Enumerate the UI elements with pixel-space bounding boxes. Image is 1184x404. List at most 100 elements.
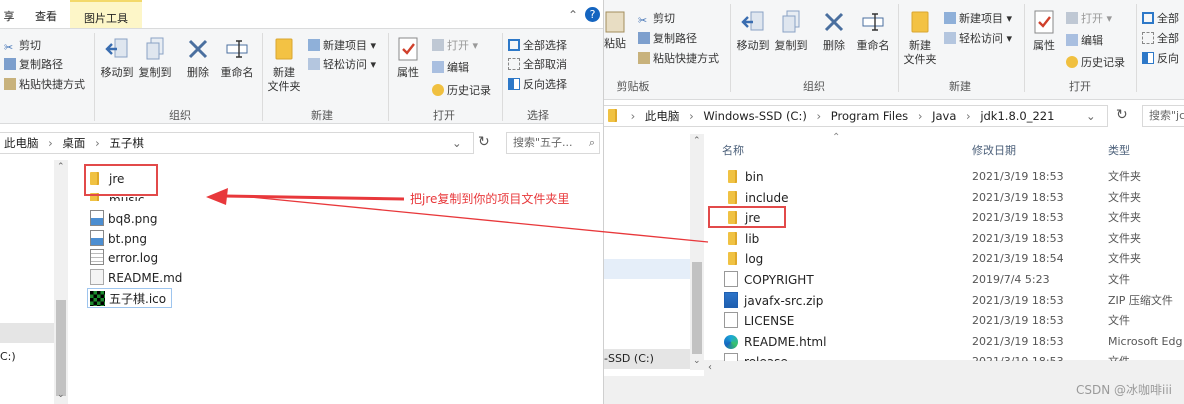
breadcrumb-this-pc[interactable]: 此电脑 [4,136,39,150]
open-button[interactable]: 打开 ▾ [432,37,478,53]
new-item-icon [944,12,956,24]
search-input[interactable]: 搜索"jc [1142,105,1184,127]
refresh-icon[interactable]: ↻ [1116,107,1128,123]
separator [262,33,263,121]
column-name[interactable]: 名称 [722,142,744,158]
tab-share[interactable]: 享 [0,0,18,28]
file-type: 文件夹 [1108,190,1141,204]
file-row-copyright[interactable]: COPYRIGHT 2019/7/4 5:23 文件 [724,270,1184,290]
cut-button[interactable]: ✂ 剪切 [4,37,41,54]
horizontal-scrollbar[interactable]: ‹ [704,360,1184,376]
copy-path-button[interactable]: 复制路径 [638,30,697,46]
file-row-jre[interactable]: jre 2021/3/19 18:53 文件夹 [724,208,1184,228]
tab-picture-tools[interactable]: 图片工具 [70,0,142,28]
collapse-ribbon-icon[interactable]: ⌃ [568,8,578,22]
properties-button[interactable]: 属性 [392,35,424,80]
nav-item-selected[interactable] [0,323,54,343]
nav-item-drive[interactable]: C:) [0,350,16,363]
paste-shortcut-button[interactable]: 粘贴快捷方式 [4,76,85,92]
scroll-up-icon[interactable]: ⌃ [57,162,65,172]
edit-button[interactable]: 编辑 [432,59,469,75]
paste-shortcut-button[interactable]: 粘贴快捷方式 [638,50,719,66]
file-row-bq8[interactable]: bq8.png [90,209,158,229]
refresh-icon[interactable]: ↻ [478,134,490,150]
breadcrumb-java[interactable]: Java [932,109,956,123]
history-button[interactable]: 历史记录 [432,82,491,98]
copy-to-button[interactable]: 复制到 [136,35,174,80]
copy-to-button[interactable]: 复制到 [772,8,810,53]
delete-button[interactable]: 删除 [182,35,214,80]
breadcrumb-desktop[interactable]: 桌面 [62,136,85,150]
nav-item-drive[interactable]: -SSD (C:) [604,349,690,369]
breadcrumb[interactable]: › 此电脑 › Windows-SSD (C:) › Program Files… [604,105,1108,127]
file-row-license[interactable]: LICENSE 2021/3/19 18:53 文件 [724,311,1184,331]
edit-button[interactable]: 编辑 [1066,32,1103,48]
breadcrumb-drive[interactable]: Windows-SSD (C:) [703,109,806,123]
chevron-right-icon: › [917,109,923,123]
easy-access-button[interactable]: 轻松访问 ▾ [944,30,1012,46]
new-folder-button[interactable]: 新建 文件夹 [900,8,940,67]
move-to-button[interactable]: 移动到 [98,35,136,80]
select-all-button[interactable]: 全部选择 [508,37,567,53]
cut-button[interactable]: ✂ 剪切 [638,10,675,27]
breadcrumb-gomoku[interactable]: 五子棋 [109,136,144,150]
new-folder-button[interactable]: 新建 文件夹 [264,35,304,94]
history-dropdown-icon[interactable]: ⌄ [452,133,462,153]
rename-button[interactable]: 重命名 [218,35,256,80]
open-button[interactable]: 打开 ▾ [1066,10,1112,26]
invert-selection-button[interactable]: 反向选择 [508,76,567,92]
scissors-icon: ✂ [638,14,648,27]
file-row-include[interactable]: include 2021/3/19 18:53 文件夹 [724,188,1184,208]
invert-selection-button[interactable]: 反向 [1142,50,1179,66]
nav-scrollbar[interactable]: ⌃ ⌄ [54,160,68,404]
history-button[interactable]: 历史记录 [1066,54,1125,70]
file-row-lib[interactable]: lib 2021/3/19 18:53 文件夹 [724,229,1184,249]
history-icon [432,84,444,96]
file-row-gomoku-ico[interactable]: 五子棋.ico [87,288,173,308]
move-to-button[interactable]: 移动到 [734,8,772,53]
file-row-readme-html[interactable]: README.html 2021/3/19 18:53 Microsoft Edg [724,332,1184,352]
properties-button[interactable]: 属性 [1028,8,1060,53]
column-type[interactable]: 类型 [1108,142,1130,158]
easy-access-button[interactable]: 轻松访问 ▾ [308,56,376,72]
select-none-button[interactable]: 全部 [1142,30,1179,46]
breadcrumb-this-pc[interactable]: 此电脑 [645,109,680,123]
paste-button[interactable]: 粘贴 [604,6,626,51]
file-type: Microsoft Edg [1108,334,1183,348]
breadcrumb-program-files[interactable]: Program Files [831,109,908,123]
file-row-bin[interactable]: bin 2021/3/19 18:53 文件夹 [724,167,1184,187]
scroll-down-icon[interactable]: ⌄ [57,390,65,400]
nav-scrollbar[interactable]: ⌃ ⌄ [690,134,704,370]
scroll-thumb[interactable] [692,262,702,354]
file-type: 文件 [1108,314,1130,328]
file-row-log[interactable]: log 2021/3/19 18:54 文件夹 [724,249,1184,269]
history-dropdown-icon[interactable]: ⌄ [1086,106,1096,126]
delete-button[interactable]: 删除 [818,8,850,53]
search-input[interactable]: 搜索"五子... ⌕ [506,132,600,154]
file-row-javafx-src-zip[interactable]: javafx-src.zip 2021/3/19 18:53 ZIP 压缩文件 [724,291,1184,311]
select-all-button[interactable]: 全部 [1142,10,1179,26]
scroll-down-icon[interactable]: ⌄ [693,356,701,366]
tab-view[interactable]: 查看 [24,0,68,28]
select-none-button[interactable]: 全部取消 [508,56,567,72]
nav-item-hover[interactable] [604,259,690,279]
help-icon[interactable]: ? [585,7,600,22]
column-modified-date[interactable]: 修改日期 [972,142,1016,158]
scroll-left-icon[interactable]: ‹ [708,360,712,376]
new-item-button[interactable]: 新建项目 ▾ [308,37,376,53]
breadcrumb-jdk[interactable]: jdk1.8.0_221 [980,109,1054,123]
file-type: 文件夹 [1108,211,1141,225]
scroll-up-icon[interactable]: ⌃ [693,136,701,146]
new-item-button[interactable]: 新建项目 ▾ [944,10,1012,26]
file-row-release[interactable]: release 2021/3/19 18:53 文件 [724,352,1184,362]
file-row-error-log[interactable]: error.log [90,248,158,268]
file-row-readme-md[interactable]: README.md [90,268,182,288]
rename-button[interactable]: 重命名 [854,8,892,53]
file-row-bt[interactable]: bt.png [90,229,147,249]
invert-selection-icon [508,78,520,90]
scroll-thumb[interactable] [56,300,66,396]
breadcrumb[interactable]: 此电脑 › 桌面 › 五子棋 ⌄ [0,132,474,154]
copy-path-button[interactable]: 复制路径 [4,56,63,72]
properties-check-icon [1034,10,1054,34]
edit-icon [432,61,444,73]
